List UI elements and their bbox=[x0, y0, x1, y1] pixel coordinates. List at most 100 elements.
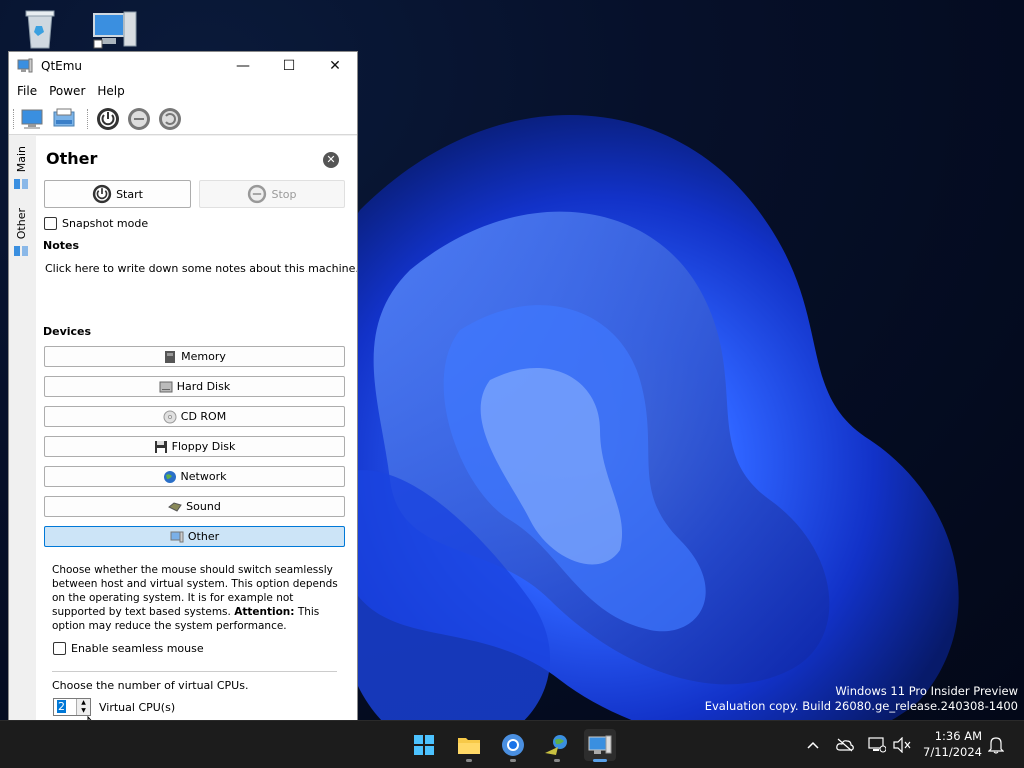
folder-icon bbox=[458, 738, 480, 754]
attention-label: Attention: bbox=[234, 606, 295, 618]
tab-other[interactable]: Other bbox=[11, 208, 31, 259]
device-other-button[interactable]: Other bbox=[44, 526, 345, 547]
panel-title: Other bbox=[46, 149, 98, 168]
side-tabs: Main Other bbox=[9, 136, 33, 720]
toolbar-grip[interactable] bbox=[87, 109, 90, 129]
menu-power[interactable]: Power bbox=[43, 80, 91, 102]
memory-icon bbox=[165, 350, 176, 363]
volume-muted-icon[interactable] bbox=[892, 735, 912, 755]
power-on-button[interactable] bbox=[95, 106, 121, 132]
network-globe-icon bbox=[163, 470, 176, 483]
new-machine-button[interactable] bbox=[20, 106, 46, 132]
devices-heading: Devices bbox=[43, 325, 92, 338]
tab-main[interactable]: Main bbox=[11, 146, 31, 192]
cpu-value: 2 bbox=[57, 700, 66, 713]
notes-field[interactable]: Click here to write down some notes abou… bbox=[45, 262, 357, 318]
cd-rom-icon bbox=[163, 410, 177, 423]
stop-button[interactable]: Stop bbox=[199, 180, 345, 208]
device-label: Floppy Disk bbox=[171, 440, 236, 453]
menu-file[interactable]: File bbox=[11, 80, 43, 102]
seamless-description: Choose whether the mouse should switch s… bbox=[52, 563, 342, 633]
device-network-button[interactable]: Network bbox=[44, 466, 345, 487]
show-hidden-icons-chevron-icon[interactable] bbox=[803, 735, 823, 755]
qtemu-app-icon bbox=[17, 58, 33, 73]
cpu-spinbox[interactable]: 2 ▲ ▼ bbox=[53, 698, 91, 716]
clock-date: 7/11/2024 bbox=[923, 745, 982, 759]
onedrive-offline-icon[interactable] bbox=[835, 735, 855, 755]
new-machine-icon bbox=[21, 109, 43, 129]
main-content: Main Other Other ✕ Start Stop Snapshot m… bbox=[9, 136, 357, 720]
cpu-prompt: Choose the number of virtual CPUs. bbox=[52, 679, 249, 692]
machine-panel: Other ✕ Start Stop Snapshot mode Notes C… bbox=[36, 136, 357, 720]
snapshot-label: Snapshot mode bbox=[62, 217, 149, 230]
device-hard-disk-button[interactable]: Hard Disk bbox=[44, 376, 345, 397]
watermark-line2: Evaluation copy. Build 26080.ge_release.… bbox=[704, 699, 1018, 713]
taskbar: 1:36 AM 7/11/2024 bbox=[0, 720, 1024, 768]
network-disconnected-icon[interactable] bbox=[867, 735, 887, 755]
device-memory-button[interactable]: Memory bbox=[44, 346, 345, 367]
seamless-mouse-checkbox[interactable] bbox=[53, 642, 66, 655]
divider bbox=[52, 671, 337, 672]
device-label: Network bbox=[180, 470, 227, 483]
stop-label: Stop bbox=[271, 187, 297, 201]
device-label: Hard Disk bbox=[176, 380, 231, 393]
clock-time: 1:36 AM bbox=[934, 729, 982, 743]
start-label: Start bbox=[116, 187, 143, 201]
qtemu-taskbar-button[interactable] bbox=[584, 729, 616, 762]
clock[interactable]: 1:36 AM 7/11/2024 bbox=[923, 728, 982, 760]
toolbar bbox=[9, 102, 357, 135]
notification-bell-icon[interactable] bbox=[986, 735, 1006, 755]
cpu-label: Virtual CPU(s) bbox=[99, 701, 176, 714]
qtemu-window: QtEmu — ☐ ✕ File Power Help Main Other O… bbox=[8, 51, 358, 721]
reset-button[interactable] bbox=[157, 106, 183, 132]
device-floppy-disk-button[interactable]: Floppy Disk bbox=[44, 436, 345, 457]
device-label: Memory bbox=[181, 350, 226, 363]
running-indicator bbox=[466, 759, 472, 762]
this-pc-icon[interactable] bbox=[90, 8, 138, 50]
qtemu-icon bbox=[588, 735, 612, 754]
device-sound-button[interactable]: Sound bbox=[44, 496, 345, 517]
tab-main-label: Main bbox=[14, 146, 28, 173]
running-indicator bbox=[510, 759, 516, 762]
hard-disk-icon bbox=[159, 381, 173, 392]
title-bar[interactable]: QtEmu — ☐ ✕ bbox=[9, 52, 357, 80]
close-tab-icon[interactable]: ✕ bbox=[323, 152, 339, 168]
maximize-icon: ☐ bbox=[282, 58, 296, 74]
sound-card-icon bbox=[168, 501, 182, 512]
windows-logo-icon bbox=[414, 735, 434, 755]
open-machine-icon bbox=[53, 108, 75, 127]
tab-other-icon bbox=[14, 246, 28, 257]
minimize-button[interactable]: — bbox=[220, 52, 266, 80]
device-label: CD ROM bbox=[180, 410, 227, 423]
file-explorer-button[interactable] bbox=[453, 729, 485, 762]
reset-icon bbox=[159, 108, 181, 130]
recycle-bin-icon[interactable] bbox=[16, 8, 64, 50]
watermark-line1: Windows 11 Pro Insider Preview bbox=[835, 684, 1018, 698]
running-indicator bbox=[554, 759, 560, 762]
open-machine-button[interactable] bbox=[51, 106, 77, 132]
network-app-button[interactable] bbox=[541, 729, 573, 762]
spin-arrows-icon[interactable]: ▲ ▼ bbox=[76, 699, 90, 715]
power-icon bbox=[92, 184, 112, 204]
start-button[interactable]: Start bbox=[44, 180, 191, 208]
maximize-button[interactable]: ☐ bbox=[266, 52, 312, 80]
close-button[interactable]: ✕ bbox=[312, 52, 357, 80]
snapshot-checkbox[interactable] bbox=[44, 217, 57, 230]
start-menu-button[interactable] bbox=[408, 729, 440, 761]
chrome-button[interactable] bbox=[497, 729, 529, 762]
power-icon bbox=[97, 108, 119, 130]
windows-watermark: Windows 11 Pro Insider Preview Evaluatio… bbox=[705, 684, 1018, 714]
tab-other-label: Other bbox=[14, 208, 28, 240]
device-label: Sound bbox=[186, 500, 221, 513]
device-label: Other bbox=[187, 530, 220, 543]
active-indicator bbox=[593, 759, 607, 762]
device-cd-rom-button[interactable]: CD ROM bbox=[44, 406, 345, 427]
menu-help[interactable]: Help bbox=[91, 80, 130, 102]
toolbar-grip[interactable] bbox=[13, 109, 16, 129]
stop-icon bbox=[248, 184, 267, 204]
globe-network-icon bbox=[545, 735, 567, 755]
tab-main-icon bbox=[14, 179, 28, 190]
power-off-button[interactable] bbox=[126, 106, 152, 132]
floppy-disk-icon bbox=[154, 440, 167, 453]
other-device-icon bbox=[170, 531, 184, 542]
